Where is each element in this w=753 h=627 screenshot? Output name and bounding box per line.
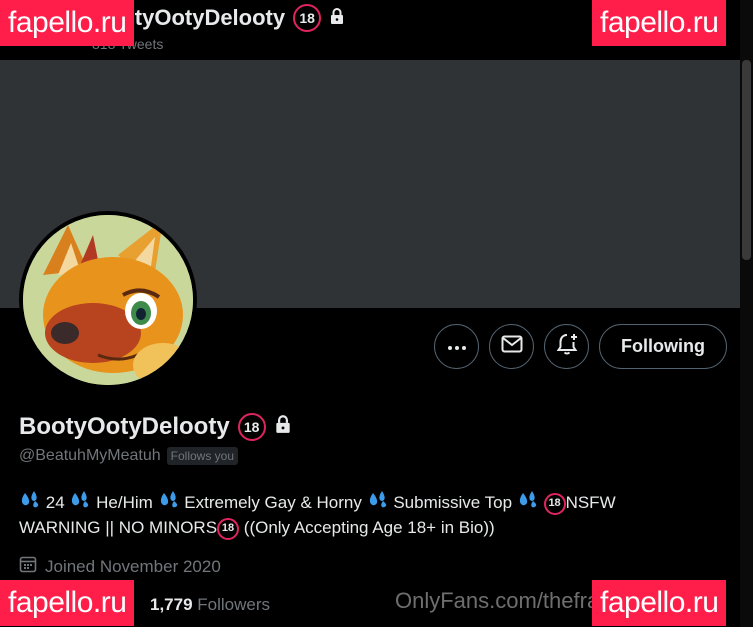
watermark-top-right: fapello.ru	[592, 0, 727, 46]
bio-role: Submissive Top	[393, 493, 513, 512]
eighteen-icon: 18	[217, 517, 240, 540]
followers-count: 1,779	[150, 595, 193, 614]
bio-nsfw: NSFW	[565, 493, 616, 512]
bio-age: 24	[45, 493, 65, 512]
bio-pronouns: He/Him	[96, 493, 153, 512]
followers-link[interactable]: 1,779 Followers	[150, 595, 270, 615]
droplets-icon	[367, 491, 394, 512]
display-name-row: BootyOotyDelooty 18	[19, 413, 292, 441]
watermark-bottom-right: fapello.ru	[592, 580, 727, 626]
handle: @BeatuhMyMeatuh	[19, 447, 161, 464]
droplets-icon	[517, 491, 544, 512]
bell-plus-icon	[555, 332, 579, 361]
follows-you-badge: Follows you	[166, 447, 239, 465]
mail-icon	[501, 335, 523, 358]
bio: 24 He/Him Extremely Gay & Horny Submissi…	[19, 490, 719, 540]
eighteen-icon: 18	[293, 4, 322, 32]
bio-age-note: ((Only Accepting Age 18+ in Bio))	[243, 518, 495, 537]
more-button[interactable]	[434, 324, 479, 369]
notify-button[interactable]	[544, 324, 589, 369]
scrollbar-thumb[interactable]	[742, 60, 751, 260]
avatar[interactable]	[19, 211, 197, 389]
joined-text: Joined November 2020	[45, 556, 221, 576]
calendar-icon	[19, 555, 37, 578]
following-button[interactable]: Following	[599, 324, 727, 369]
more-icon	[447, 338, 467, 356]
droplets-icon	[69, 491, 96, 512]
followers-label: Followers	[197, 595, 271, 614]
watermark-top-left: fapello.ru	[0, 0, 135, 46]
display-name: BootyOotyDelooty	[19, 413, 230, 440]
lock-icon	[274, 413, 292, 441]
bio-desc: Extremely Gay & Horny	[184, 493, 362, 512]
droplets-icon	[158, 491, 185, 512]
handle-row: @BeatuhMyMeatuh Follows you	[19, 447, 239, 465]
watermark-bottom-left: fapello.ru	[0, 580, 135, 626]
avatar-image	[23, 215, 193, 385]
message-button[interactable]	[489, 324, 534, 369]
droplets-icon	[19, 491, 46, 512]
eighteen-icon: 18	[543, 492, 566, 515]
lock-icon	[329, 5, 345, 31]
eighteen-icon: 18	[237, 413, 266, 441]
joined-date: Joined November 2020	[19, 555, 221, 578]
scrollbar[interactable]	[740, 0, 753, 627]
bio-warning: WARNING || NO MINORS	[19, 518, 218, 537]
profile-page: BootyOotyDelooty 18 818 Tweets	[0, 0, 753, 627]
